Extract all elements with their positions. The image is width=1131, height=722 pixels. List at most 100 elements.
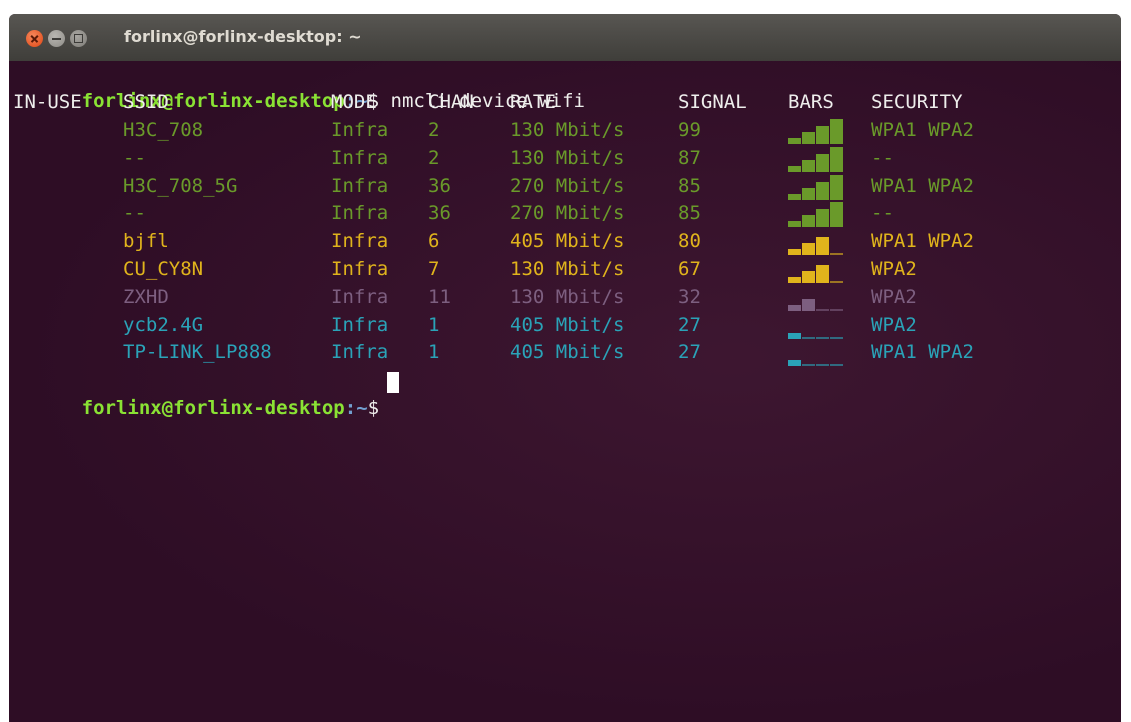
bar-segment-filled — [788, 277, 801, 283]
cell-mode: Infra — [331, 341, 389, 364]
header-signal: SIGNAL — [678, 91, 747, 113]
signal-bars-icon — [788, 174, 846, 200]
bar-segment-filled — [788, 138, 801, 144]
cell-chan: 2 — [428, 119, 440, 141]
bar-segment-filled — [788, 193, 801, 200]
table-row: ZXHD Infra 11 130 Mbit/s 32 WPA2 — [13, 284, 1013, 311]
bar-segment-filled — [830, 174, 843, 200]
cell-chan: 6 — [428, 230, 440, 253]
cell-rate: 130 Mbit/s — [510, 146, 625, 169]
cell-signal: 67 — [678, 258, 701, 280]
cell-signal: 80 — [678, 230, 701, 253]
prompt-path: :~ — [344, 397, 368, 419]
cell-ssid: H3C_708_5G — [123, 174, 238, 197]
bar-segment-filled — [802, 159, 815, 172]
table-header: IN-USE SSID MODE CHAN RATE SIGNAL BARS S… — [13, 89, 1013, 116]
bar-segment-filled — [816, 126, 829, 144]
signal-bars-icon — [788, 146, 846, 172]
cell-chan: 7 — [428, 258, 440, 280]
cell-security: WPA2 — [871, 258, 917, 280]
cell-security: WPA1 WPA2 — [871, 119, 974, 141]
cell-ssid: H3C_708 — [123, 119, 204, 141]
bar-segment-filled — [802, 187, 815, 200]
bar-segment-filled — [816, 181, 829, 200]
bar-segment-filled — [830, 119, 843, 144]
cell-rate: 405 Mbit/s — [510, 341, 625, 364]
header-ssid: SSID — [123, 91, 169, 113]
bar-segment-filled — [830, 202, 843, 228]
bar-segment-empty — [830, 336, 843, 339]
cell-mode: Infra — [331, 146, 389, 169]
header-mode: MODE — [331, 91, 377, 113]
table-row: CU_CY8N Infra 7 130 Mbit/s 67 WPA2 — [13, 256, 1013, 283]
cell-mode: Infra — [331, 202, 389, 225]
bar-segment-filled — [788, 304, 801, 311]
cell-rate: 405 Mbit/s — [510, 313, 625, 336]
cell-chan: 36 — [428, 174, 451, 197]
prompt-user-host: forlinx@forlinx-desktop — [81, 397, 345, 419]
cell-ssid: bjfl — [123, 230, 169, 253]
bar-segment-empty — [830, 281, 843, 283]
cell-chan: 36 — [428, 202, 451, 225]
bar-segment-filled — [802, 271, 815, 283]
terminal-output[interactable]: forlinx@forlinx-desktop:~$ nmcli device … — [13, 61, 1121, 722]
cell-mode: Infra — [331, 285, 389, 308]
signal-bars-icon — [788, 314, 846, 339]
table-row: -- Infra 36 270 Mbit/s 85 -- — [13, 200, 1013, 228]
cell-signal: 27 — [678, 341, 701, 364]
bar-segment-filled — [816, 209, 829, 228]
bar-segment-filled — [788, 221, 801, 228]
cell-ssid: ZXHD — [123, 285, 169, 308]
header-bars: BARS — [788, 91, 834, 113]
cell-rate: 270 Mbit/s — [510, 202, 625, 225]
bar-segment-empty — [802, 364, 815, 367]
signal-bars-icon — [788, 230, 846, 256]
cell-signal: 32 — [678, 285, 701, 308]
cell-chan: 1 — [428, 341, 440, 364]
maximize-button[interactable] — [70, 30, 87, 47]
cell-mode: Infra — [331, 313, 389, 336]
cell-mode: Infra — [331, 230, 389, 253]
cell-security: WPA2 — [871, 285, 917, 308]
cell-chan: 1 — [428, 313, 440, 336]
minimize-button[interactable] — [48, 30, 65, 47]
bar-segment-filled — [802, 215, 815, 228]
cell-mode: Infra — [331, 174, 389, 197]
header-chan: CHAN — [428, 91, 474, 113]
signal-bars-icon — [788, 258, 846, 283]
cell-ssid: CU_CY8N — [123, 258, 204, 280]
cell-security: WPA1 WPA2 — [871, 341, 974, 364]
signal-bars-icon — [788, 119, 846, 144]
bar-segment-filled — [788, 165, 801, 172]
cell-security: -- — [871, 202, 894, 225]
signal-bars-icon — [788, 202, 846, 228]
cell-signal: 27 — [678, 313, 701, 336]
title-bar[interactable]: forlinx@forlinx-desktop: ~ — [9, 14, 1121, 61]
table-row: H3C_708_5G Infra 36 270 Mbit/s 85 WPA1 WPA2 — [13, 173, 1013, 200]
signal-bars-icon — [788, 341, 846, 367]
bar-segment-filled — [802, 132, 815, 144]
cell-signal: 87 — [678, 146, 701, 169]
header-security: SECURITY — [871, 91, 963, 113]
signal-bars-icon — [788, 286, 846, 311]
close-button[interactable] — [26, 30, 43, 47]
header-rate: RATE — [510, 91, 556, 113]
cell-security: WPA2 — [871, 313, 917, 336]
terminal-window[interactable]: forlinx@forlinx-desktop: ~ forlinx@forli… — [9, 14, 1121, 722]
bar-segment-empty — [830, 308, 843, 311]
cell-signal: 85 — [678, 202, 701, 225]
cell-mode: Infra — [331, 119, 389, 141]
cell-ssid: ycb2.4G — [123, 313, 204, 336]
cell-ssid: TP-LINK_LP888 — [123, 341, 272, 364]
cell-security: -- — [871, 146, 894, 169]
text-cursor — [387, 372, 399, 393]
bar-segment-filled — [830, 146, 843, 172]
cell-mode: Infra — [331, 258, 389, 280]
bar-segment-empty — [830, 364, 843, 367]
cell-rate: 130 Mbit/s — [510, 119, 625, 141]
cell-rate: 130 Mbit/s — [510, 285, 625, 308]
window-title: forlinx@forlinx-desktop: ~ — [124, 27, 362, 46]
bar-segment-filled — [788, 360, 801, 367]
table-row: -- Infra 2 130 Mbit/s 87 -- — [13, 145, 1013, 172]
bar-segment-empty — [816, 336, 829, 339]
